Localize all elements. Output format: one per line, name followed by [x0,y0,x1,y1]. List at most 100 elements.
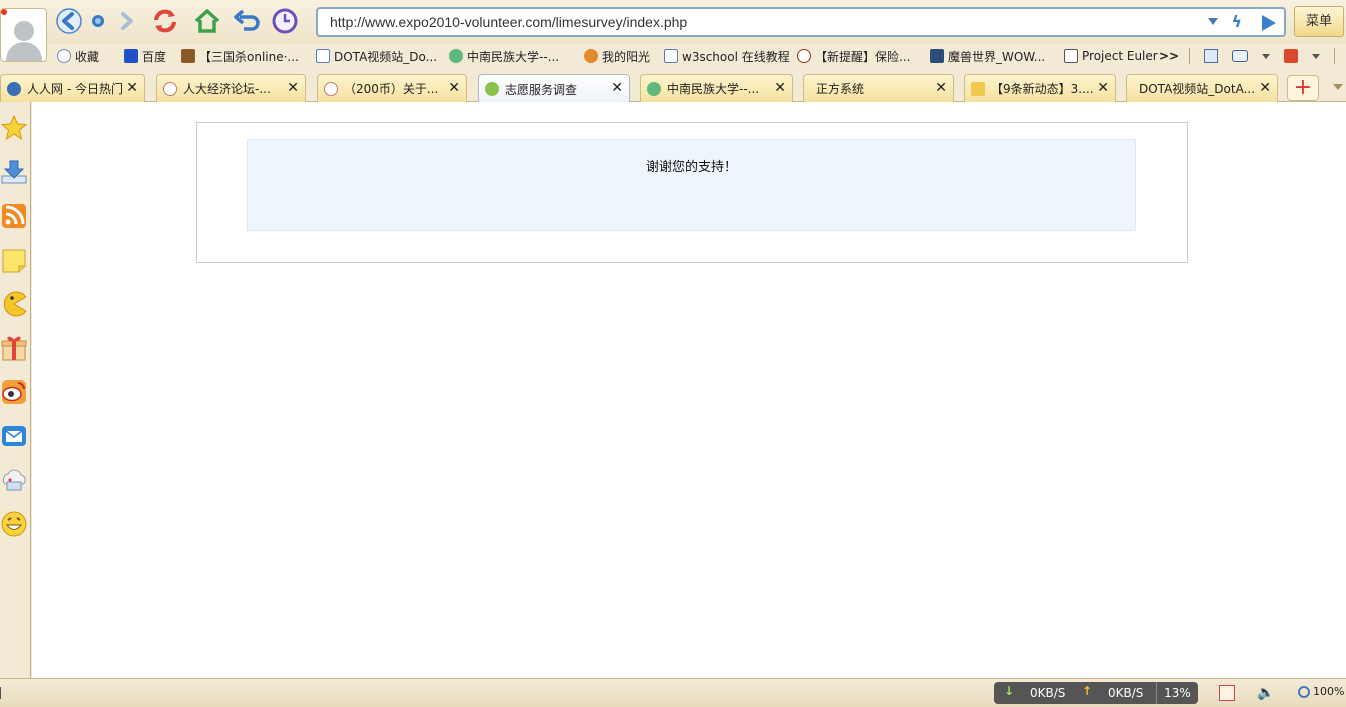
star-icon [971,81,985,96]
sanguosha-icon [181,49,195,63]
close-icon[interactable]: ✕ [611,80,623,96]
tab[interactable]: 【9条新动态】3.... ✕ [964,74,1116,102]
bookmark-item[interactable]: w3school 在线教程 [664,47,790,65]
tab[interactable]: 正方系统 ✕ [803,74,954,102]
clock-icon [272,8,298,34]
favorites-star-icon[interactable] [0,112,28,144]
sun-badge-icon [584,49,598,63]
status-bar: ↓ 0KB/S ↑ 0KB/S 13% 🔈 100% [0,678,1346,707]
undo-icon [234,9,260,31]
divider [1334,48,1335,64]
download-icon[interactable] [0,156,28,188]
magnifier-icon [1298,685,1310,698]
e-forum-icon [324,81,338,96]
bookmark-item[interactable]: 中南民族大学--... [449,47,559,65]
game-pacman-icon[interactable] [0,288,28,320]
bookmark-item[interactable]: 魔兽世界_WOW... [930,47,1045,65]
bookmark-item[interactable]: 百度 [124,47,166,65]
bookmark-item[interactable]: 我的阳光 [584,47,650,65]
wow-icon [930,49,944,63]
forward-button[interactable] [111,6,141,36]
zoom-level: 100% [1313,685,1345,698]
survey-container: 谢谢您的支持！ [196,122,1188,263]
dot-button[interactable] [83,6,113,36]
e-forum-icon [797,49,811,63]
speaker-icon[interactable]: 🔈 [1257,685,1274,701]
rss-icon[interactable] [0,200,28,232]
bookmark-item[interactable]: 【三国杀online·... [181,47,299,65]
address-bar[interactable]: http://www.expo2010-volunteer.com/limesu… [316,7,1286,37]
tab[interactable]: 人大经济论坛-... ✕ [156,74,306,102]
home-icon [194,9,220,33]
sidebar-toggle-handle[interactable] [0,687,3,699]
thank-you-message: 谢谢您的支持！ [645,160,737,175]
baidu-paw-icon [124,49,138,63]
bookmark-item[interactable]: DOTA视频站_Do... [316,47,437,65]
address-input[interactable]: http://www.expo2010-volunteer.com/limesu… [330,14,687,30]
sidebar [0,102,31,678]
circle-dot-icon [92,15,104,27]
bookmark-overflow-button[interactable]: >> [1159,47,1179,65]
chevron-down-icon[interactable] [1262,53,1270,59]
close-icon[interactable]: ✕ [126,80,138,96]
close-icon[interactable]: ✕ [935,80,947,96]
menu-button[interactable]: 菜单 [1294,6,1344,37]
weibo-icon[interactable] [0,376,28,408]
page-content: 谢谢您的支持！ [32,102,1346,678]
gift-icon[interactable] [0,332,28,364]
close-icon[interactable]: ✕ [1259,80,1271,96]
close-icon[interactable]: ✕ [774,80,786,96]
history-button[interactable] [270,6,300,36]
chevron-down-icon[interactable] [1312,53,1320,59]
renren-icon [7,81,21,96]
smiley-icon[interactable] [0,508,28,540]
sticky-note-icon[interactable] [0,244,28,276]
download-speed: 0KB/S [1030,686,1066,700]
close-icon[interactable]: ✕ [448,80,460,96]
divider [1189,48,1190,64]
thank-you-panel: 谢谢您的支持！ [247,139,1136,231]
university-icon [647,81,661,96]
translate-icon[interactable] [1284,49,1298,63]
tab-active[interactable]: 志愿服务调查 ✕ [478,74,630,103]
tab[interactable]: 中南民族大学--... ✕ [640,74,793,102]
cloud-printer-icon[interactable] [0,464,28,496]
tab-list-chevron-icon[interactable] [1333,84,1343,90]
forward-arrow-icon [121,12,133,30]
upload-speed: 0KB/S [1108,686,1144,700]
screenshot-tool-icon[interactable] [1204,49,1218,63]
page-icon [316,49,330,63]
home-button[interactable] [192,6,222,36]
user-avatar[interactable] [0,8,47,62]
close-icon[interactable]: ✕ [287,80,299,96]
chevron-down-icon[interactable] [1208,18,1218,25]
browser-toolbar: http://www.expo2010-volunteer.com/limesu… [0,0,1346,62]
bookmark-item[interactable]: Project Euler [1064,47,1158,65]
refresh-icon [154,9,176,33]
bookmark-item[interactable]: 【新提醒】保险... [797,47,910,65]
star-outline-icon [57,49,71,63]
camera-icon[interactable] [1232,50,1248,62]
go-play-icon[interactable] [1262,15,1276,31]
lightning-icon[interactable]: ϟ [1231,12,1242,31]
back-button[interactable] [54,6,84,36]
e-forum-icon [163,81,177,96]
cpu-usage: 13% [1156,682,1198,704]
tab[interactable]: （200币）关于... ✕ [317,74,467,102]
back-arrow-icon [56,8,82,34]
close-icon[interactable]: ✕ [1097,80,1109,96]
page-icon [664,49,678,63]
new-tab-button[interactable]: + [1287,75,1319,101]
undo-close-button[interactable] [231,6,261,36]
notification-dot [1,9,7,15]
zoom-control[interactable]: 100% [1298,685,1344,698]
tab[interactable]: DOTA视频站_DotA... ✕ [1126,74,1278,102]
network-speed-meter[interactable]: ↓ 0KB/S ↑ 0KB/S 13% [994,682,1198,704]
tab[interactable]: 人人网 - 今日热门 ✕ [0,74,145,102]
refresh-button[interactable] [150,6,180,36]
tab-bar: 人人网 - 今日热门 ✕ 人大经济论坛-... ✕ （200币）关于... ✕ … [0,72,1346,103]
download-arrow-icon: ↓ [1004,684,1015,698]
bookmark-item[interactable]: 收藏 [57,47,99,65]
mail-icon[interactable] [0,420,28,452]
popup-blocker-icon[interactable] [1219,685,1235,701]
